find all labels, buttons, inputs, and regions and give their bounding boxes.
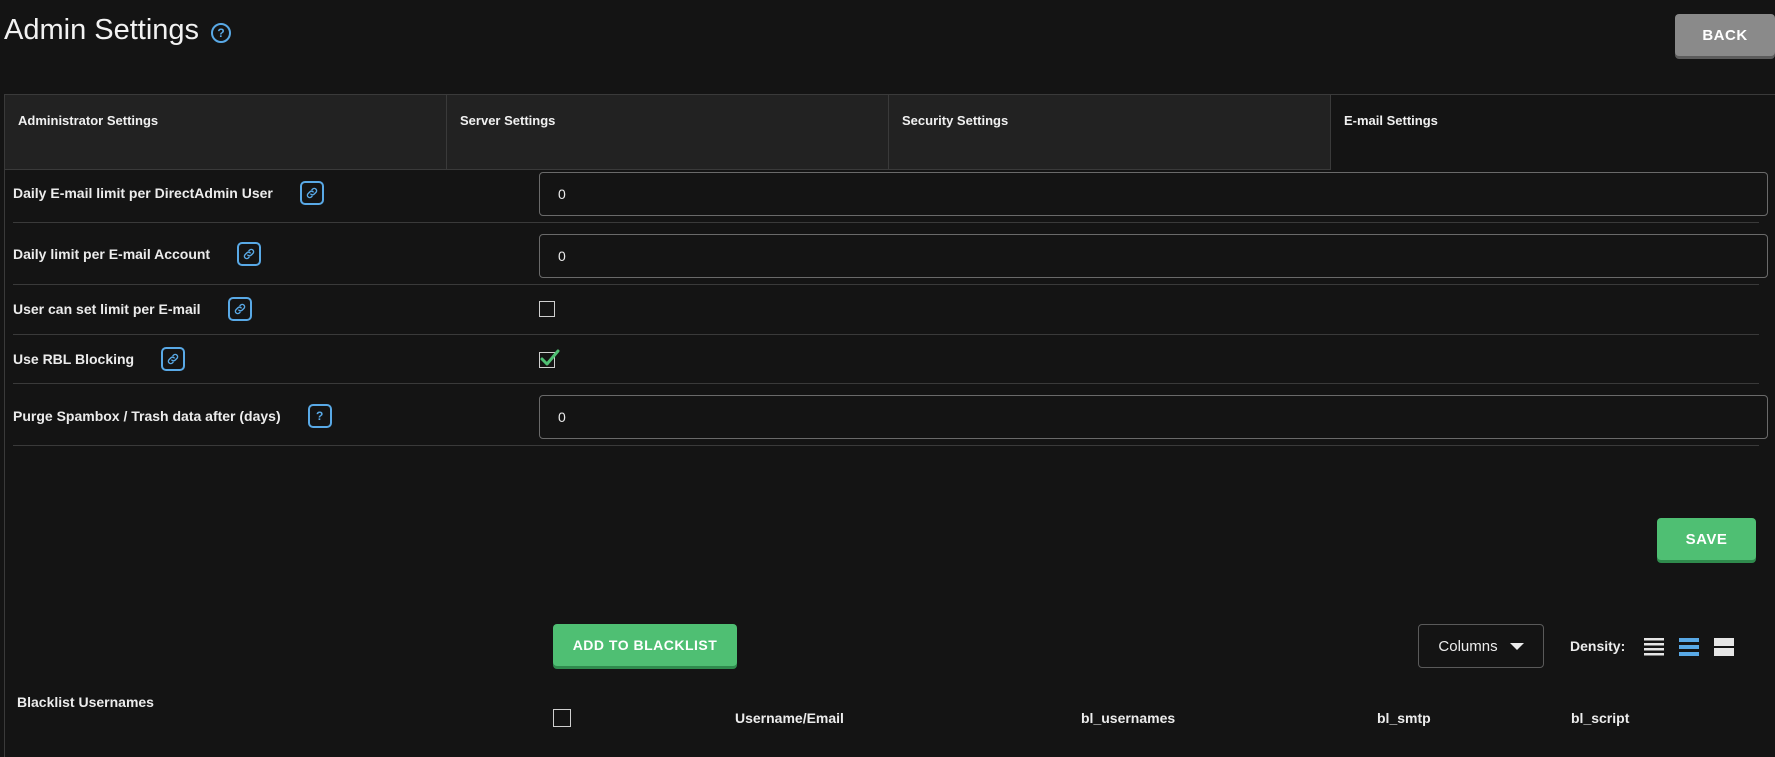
setting-label: Daily limit per E-mail Account [13,242,262,266]
daily-limit-account-label: Daily limit per E-mail Account [13,246,211,262]
tab-administrator-settings[interactable]: Administrator Settings [5,95,447,170]
select-all-checkbox[interactable] [553,709,571,727]
setting-row-purge-spambox: Purge Spambox / Trash data after (days) … [13,384,1768,446]
daily-limit-user-input[interactable] [539,172,1768,216]
blacklist-usernames-label: Blacklist Usernames [17,694,154,710]
density-comfortable-icon[interactable] [1714,637,1734,657]
save-button[interactable]: SAVE [1657,518,1756,560]
density-compact-icon[interactable] [1644,637,1664,657]
use-rbl-label: Use RBL Blocking [13,351,135,367]
daily-limit-user-label: Daily E-mail limit per DirectAdmin User [13,185,273,201]
checkmark-icon [540,349,560,366]
purge-spambox-input[interactable] [539,395,1768,439]
page-title-text: Admin Settings [4,14,200,46]
user-can-set-limit-checkbox[interactable] [539,301,555,317]
density-standard-icon[interactable] [1679,637,1699,657]
columns-label: Columns [1438,637,1498,655]
page-title: Admin Settings ? [4,14,232,47]
tab-email-settings[interactable]: E-mail Settings [1331,95,1775,170]
column-header-bl-script[interactable]: bl_script [1571,710,1629,726]
tab-server-settings[interactable]: Server Settings [447,95,889,170]
daily-limit-account-input[interactable] [539,234,1768,278]
back-button[interactable]: BACK [1675,14,1775,56]
setting-label: Use RBL Blocking [13,347,186,371]
tab-bar: Administrator Settings Server Settings S… [5,95,1775,170]
purge-spambox-label: Purge Spambox / Trash data after (days) [13,408,281,424]
user-can-set-limit-label: User can set limit per E-mail [13,301,201,317]
column-header-username-email[interactable]: Username/Email [735,710,844,726]
link-icon[interactable] [161,347,186,371]
setting-row-use-rbl: Use RBL Blocking [13,335,1759,384]
question-circle-icon[interactable]: ? [211,22,232,43]
tab-security-settings[interactable]: Security Settings [889,95,1331,170]
link-icon[interactable] [299,181,324,205]
column-header-bl-usernames[interactable]: bl_usernames [1081,710,1175,726]
setting-label: Purge Spambox / Trash data after (days) … [13,404,332,428]
link-icon[interactable] [237,242,262,266]
columns-dropdown[interactable]: Columns [1418,624,1544,668]
question-icon[interactable]: ? [307,404,332,428]
link-icon[interactable] [227,297,252,321]
setting-label: Daily E-mail limit per DirectAdmin User [13,181,324,205]
setting-label: User can set limit per E-mail [13,297,252,321]
column-header-bl-smtp[interactable]: bl_smtp [1377,710,1431,726]
use-rbl-checkbox[interactable] [539,349,560,368]
add-to-blacklist-button[interactable]: ADD TO BLACKLIST [553,624,737,666]
setting-row-daily-limit-account: Daily limit per E-mail Account [13,223,1768,285]
caret-down-icon [1509,642,1524,650]
setting-row-daily-limit-user: Daily E-mail limit per DirectAdmin User [13,161,1768,223]
setting-row-user-can-set-limit: User can set limit per E-mail [13,285,1759,335]
density-label: Density: [1570,638,1626,654]
